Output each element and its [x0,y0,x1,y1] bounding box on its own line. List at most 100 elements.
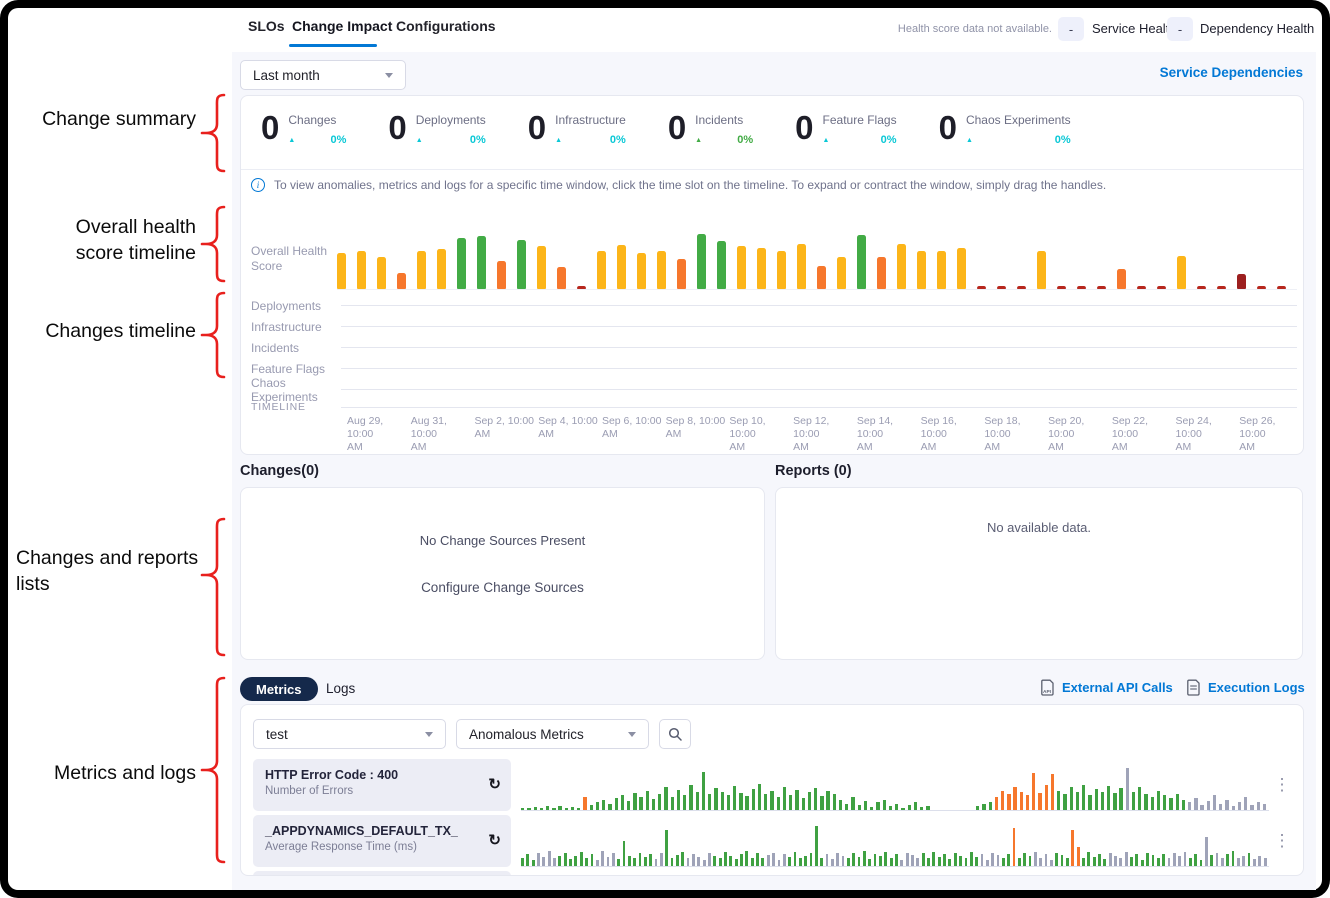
health-score-bar[interactable] [357,251,366,289]
sparkline-bar [721,792,724,811]
health-score-bar[interactable] [597,251,606,289]
health-score-bar[interactable] [757,248,766,289]
sparkline-bar [1087,852,1090,866]
health-score-bar[interactable] [697,234,706,289]
health-score-bar[interactable] [437,249,446,289]
tab-configurations[interactable]: Configurations [396,18,496,34]
health-score-bar[interactable] [617,245,626,289]
health-score-bar[interactable] [877,257,886,289]
health-score-bar[interactable] [937,251,946,289]
search-button[interactable] [659,719,691,749]
configure-change-sources-link[interactable]: Configure Change Sources [241,580,764,595]
sparkline-bar [810,853,813,866]
timeline-tick: Sep 12, 10:00 AM [793,415,857,454]
sparkline-bar [727,795,730,810]
health-score-bar[interactable] [457,238,466,289]
delta-up-triangle-icon: ▲ [416,137,423,144]
timeline-tick: Sep 26, 10:00 AM [1239,415,1303,454]
time-range-value: Last month [253,68,320,83]
service-filter-select[interactable]: test [253,719,446,749]
sparkline-bar [895,854,898,866]
health-score-bar[interactable] [337,253,346,289]
sparkline-bar [981,854,984,866]
timeline-tick: Sep 24, 10:00 AM [1176,415,1240,454]
sparkline-bar [1244,797,1247,810]
tab-change-impact[interactable]: Change Impact [292,18,392,34]
health-score-bar[interactable] [817,266,826,289]
metric-filter-select[interactable]: Anomalous Metrics [456,719,649,749]
overall-health-score-chart[interactable] [337,194,1297,289]
timeline-row-line [341,368,1297,369]
summary-stat-delta: ▲0% [966,134,1071,146]
sparkline-bar [671,797,674,810]
sparkline-bar [1050,860,1053,866]
health-score-bar[interactable] [1037,251,1046,289]
execution-logs-link[interactable]: Execution Logs [1186,679,1305,696]
health-score-bar[interactable] [417,251,426,289]
metric-tile[interactable]: _APPDYNAMICS_DEFAULT_TX_Average Response… [253,815,511,867]
sparkline-bar [1077,847,1080,866]
health-score-bar[interactable] [1177,256,1186,289]
health-score-bar[interactable] [477,236,486,289]
sparkline-bar [1189,858,1192,866]
health-score-bar[interactable] [1237,274,1246,289]
health-score-bar[interactable] [957,248,966,289]
tab-metrics[interactable]: Metrics [240,677,318,701]
health-score-bar[interactable] [657,251,666,289]
health-score-bar[interactable] [677,259,686,289]
external-api-calls-label: External API Calls [1062,680,1173,695]
annotation-brace [200,291,226,379]
sparkline-bar [546,806,549,810]
kebab-menu-icon[interactable]: ⋮ [1269,775,1295,795]
timeline-row: Infrastructure [251,316,1297,337]
sparkline-bar [633,793,636,810]
health-score-bar[interactable] [717,241,726,289]
refresh-icon[interactable]: ↻ [488,831,501,849]
service-dependencies-link[interactable]: Service Dependencies [1150,65,1303,80]
health-score-bar[interactable] [637,253,646,289]
health-score-bar[interactable] [737,246,746,289]
time-range-select[interactable]: Last month [240,60,406,90]
timeline-tick: Sep 10, 10:00 AM [729,415,793,454]
sparkline-bar [655,859,658,866]
sparkline-bar [1029,856,1032,866]
annotation-changes-timeline: Changes timeline [24,318,196,344]
timeline-row: Deployments [251,295,1297,316]
sparkline-bar [761,858,764,866]
summary-stat-value: 0 [939,110,957,146]
summary-stat-value: 0 [261,110,279,146]
dependency-health-badge: - [1167,17,1193,41]
health-score-bar[interactable] [1117,269,1126,289]
sparkline-bar [689,785,692,810]
tab-slos[interactable]: SLOs [248,18,285,34]
health-score-bar[interactable] [897,244,906,289]
sparkline-bar [1126,768,1129,810]
refresh-icon[interactable]: ↻ [488,775,501,793]
sparkline-bar [1194,854,1197,866]
sparkline-bar [628,856,631,867]
metric-row: HTTP Error Code : 400Number of Errors↻ ⋮ [253,759,1295,811]
health-score-bar[interactable] [517,240,526,290]
sparkline-bar [948,859,951,866]
health-score-bar[interactable] [557,267,566,289]
health-score-bar[interactable] [797,244,806,289]
sparkline-bar [639,853,642,866]
health-score-bar[interactable] [497,261,506,289]
health-score-bar[interactable] [397,273,406,290]
health-score-bar[interactable] [857,235,866,289]
health-score-bar[interactable] [377,257,386,289]
sparkline-bar [1221,858,1224,866]
sparkline-bar [623,841,626,866]
kebab-menu-icon[interactable]: ⋮ [1269,831,1295,851]
sparkline-bar [965,858,968,866]
health-score-bar[interactable] [837,257,846,289]
health-score-bar[interactable] [777,251,786,289]
health-score-bar[interactable] [917,251,926,289]
metric-tile[interactable]: HTTP Error Code : 400Number of Errors↻ [253,759,511,811]
document-icon [1186,679,1201,696]
external-api-calls-link[interactable]: API External API Calls [1040,679,1173,696]
sparkline-bar [702,772,705,810]
sparkline-bar [1162,854,1165,866]
health-score-bar[interactable] [537,246,546,289]
tab-logs[interactable]: Logs [326,681,355,696]
